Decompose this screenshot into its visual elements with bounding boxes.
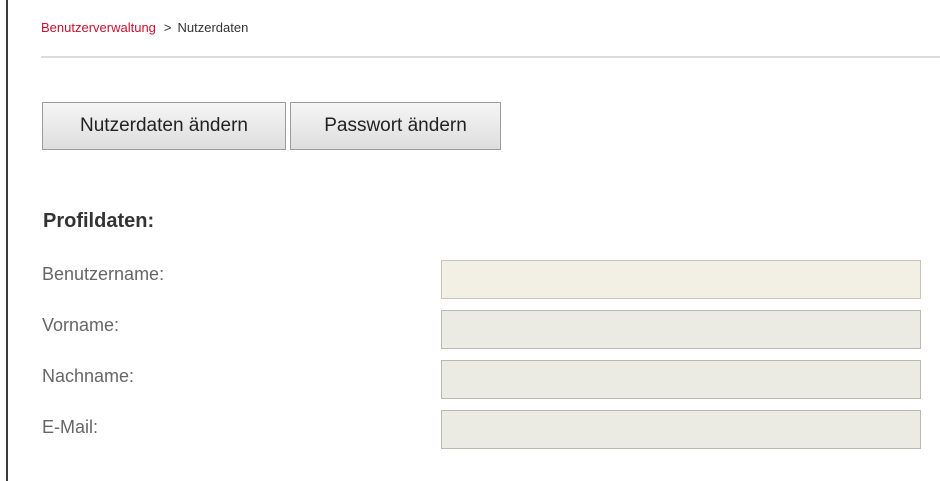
firstname-label: Vorname: xyxy=(42,315,120,335)
header-divider xyxy=(41,56,940,58)
section-title: Profildaten: xyxy=(43,210,155,232)
breadcrumb-current: Nutzerdaten xyxy=(177,20,249,35)
lastname-field[interactable] xyxy=(441,360,921,399)
change-password-button[interactable]: Passwort ändern xyxy=(290,102,501,150)
content-panel: Benutzerverwaltung > Nutzerdaten Nutzerdat… xyxy=(6,0,940,481)
lastname-label: Nachname: xyxy=(42,366,135,386)
edit-userdata-button[interactable]: Nutzerdaten ändern xyxy=(42,102,286,150)
username-field[interactable] xyxy=(441,260,921,299)
email-field[interactable] xyxy=(441,410,921,449)
firstname-field[interactable] xyxy=(441,310,921,349)
breadcrumb-link-benutzerverwaltung[interactable]: Benutzerverwaltung xyxy=(41,20,156,35)
email-label: E-Mail: xyxy=(42,417,99,437)
breadcrumb: Benutzerverwaltung > Nutzerdaten xyxy=(41,20,248,35)
username-label: Benutzername: xyxy=(42,264,165,284)
breadcrumb-separator: > xyxy=(163,20,172,35)
